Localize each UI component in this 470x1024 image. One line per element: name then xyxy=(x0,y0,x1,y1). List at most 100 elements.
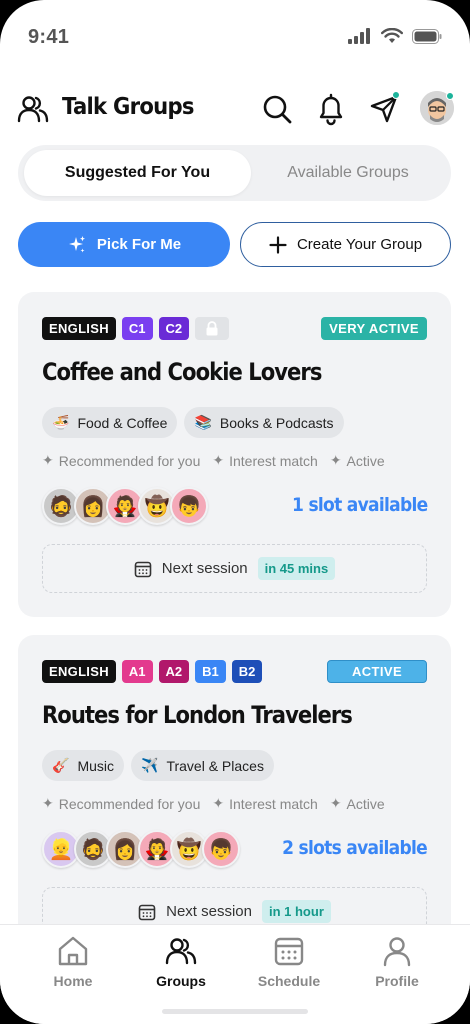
sparkle-icon: ✦ xyxy=(329,795,342,811)
pick-for-me-button[interactable]: Pick For Me xyxy=(18,222,230,267)
chip-label: Food & Coffee xyxy=(77,414,168,431)
groups-icon xyxy=(165,938,197,965)
match-reasons: ✦ Recommended for you ✦ Interest match ✦ Ac… xyxy=(42,795,385,812)
search-icon xyxy=(263,95,292,124)
wifi-icon xyxy=(381,28,403,43)
sparkle-icon: ✦ xyxy=(212,795,225,811)
member-avatars: 🧔 👩 🧛 🤠 👦 xyxy=(42,487,208,527)
sparkle-icon: ✦ xyxy=(42,795,54,811)
reason-item: ✦ Active xyxy=(330,452,385,469)
calendar-icon xyxy=(274,937,304,966)
messages-button[interactable] xyxy=(365,90,403,128)
language-badge: ENGLISH xyxy=(42,317,116,340)
reason-label: Recommended for you xyxy=(58,452,201,469)
interest-chips: 🍜 Food & Coffee 📚 Books & Podcasts xyxy=(42,407,344,438)
reason-label: Interest match xyxy=(229,795,318,812)
reason-label: Active xyxy=(346,452,385,469)
nav-label: Groups xyxy=(156,973,206,989)
reason-item: ✦ Interest match xyxy=(212,452,317,469)
next-session: Next session in 45 mins xyxy=(42,544,427,593)
member-avatar: 👦 xyxy=(202,830,240,868)
level-badge: B1 xyxy=(195,660,226,683)
food-icon: 🍜 xyxy=(52,414,70,430)
member-avatars: 👱 🧔 👩 🧛 🤠 👦 xyxy=(42,830,240,870)
people-icon xyxy=(17,96,49,123)
chip-label: Travel & Places xyxy=(166,757,264,774)
slots-available: 2 slots available xyxy=(282,837,428,859)
calendar-icon xyxy=(134,561,152,577)
reason-label: Active xyxy=(346,795,385,812)
member-avatar: 👦 xyxy=(170,487,208,525)
lock-badge xyxy=(195,317,230,340)
sparkle-icon: ✦ xyxy=(329,452,342,468)
books-icon: 📚 xyxy=(194,414,212,430)
activity-badge: VERY ACTIVE xyxy=(321,317,427,340)
status-time: 9:41 xyxy=(28,26,70,48)
chip-label: Books & Podcasts xyxy=(219,414,334,431)
next-session-label: Next session xyxy=(166,903,252,920)
profile-notify-dot xyxy=(446,92,454,100)
reason-item: ✦ Active xyxy=(330,795,385,812)
interest-chip: 🍜 Food & Coffee xyxy=(42,407,178,438)
reason-item: ✦ Recommended for you xyxy=(42,795,200,812)
guitar-icon: 🎸 xyxy=(52,757,70,773)
level-tags: ENGLISH C1 C2 xyxy=(42,317,230,340)
next-session-label: Next session xyxy=(161,560,248,577)
plus-icon xyxy=(269,235,287,254)
activity-badge: ACTIVE xyxy=(327,660,427,683)
nav-profile[interactable]: Profile xyxy=(342,935,452,989)
level-badge: A2 xyxy=(158,660,190,683)
level-tags: ENGLISH A1 A2 B1 B2 xyxy=(42,660,263,683)
nav-groups[interactable]: Groups xyxy=(126,935,236,989)
group-card[interactable]: ENGLISH C1 C2 VERY ACTIVE Coffee and Coo… xyxy=(18,292,451,617)
nav-home[interactable]: Home xyxy=(18,935,128,989)
nav-schedule[interactable]: Schedule xyxy=(234,935,344,989)
group-card[interactable]: ENGLISH A1 A2 B1 B2 ACTIVE Routes for Lo… xyxy=(18,635,451,965)
reason-label: Recommended for you xyxy=(58,795,201,812)
interest-chip: ✈️ Travel & Places xyxy=(131,750,274,781)
sparkle-icon xyxy=(68,235,85,252)
sparkle-icon: ✦ xyxy=(212,452,225,468)
nav-label: Home xyxy=(53,973,93,989)
session-time-badge: in 45 mins xyxy=(257,557,336,580)
bell-icon xyxy=(319,93,343,126)
lock-icon xyxy=(206,321,218,336)
reason-label: Interest match xyxy=(229,452,318,469)
page-title: Talk Groups xyxy=(62,94,194,120)
group-tabs: Suggested For You Available Groups xyxy=(18,145,451,201)
group-title: Coffee and Cookie Lovers xyxy=(42,358,322,386)
notifications-button[interactable] xyxy=(312,90,350,128)
match-reasons: ✦ Recommended for you ✦ Interest match ✦ Ac… xyxy=(42,452,385,469)
reason-item: ✦ Interest match xyxy=(212,795,317,812)
interest-chip: 📚 Books & Podcasts xyxy=(184,407,344,438)
interest-chip: 🎸 Music xyxy=(42,750,124,781)
slots-available: 1 slot available xyxy=(291,494,428,516)
calendar-icon xyxy=(138,904,156,920)
app-header: Talk Groups xyxy=(0,84,470,134)
level-badge: C2 xyxy=(158,317,190,340)
interest-chips: 🎸 Music ✈️ Travel & Places xyxy=(42,750,274,781)
pick-for-me-label: Pick For Me xyxy=(96,236,182,253)
chip-label: Music xyxy=(77,757,114,774)
nav-label: Profile xyxy=(375,973,419,989)
message-notify-dot xyxy=(392,91,400,99)
sparkle-icon: ✦ xyxy=(42,452,54,468)
app-screen: 9:41 Talk Groups Suggested For You Avail… xyxy=(0,0,470,1024)
group-title: Routes for London Travelers xyxy=(42,701,353,729)
tab-suggested[interactable]: Suggested For You xyxy=(24,150,251,196)
language-badge: ENGLISH xyxy=(42,660,116,683)
status-bar: 9:41 xyxy=(0,0,470,70)
tab-available[interactable]: Available Groups xyxy=(251,150,445,196)
level-badge: B2 xyxy=(231,660,263,683)
level-badge: A1 xyxy=(121,660,153,683)
reason-item: ✦ Recommended for you xyxy=(42,452,200,469)
session-time-badge: in 1 hour xyxy=(261,900,331,923)
search-button[interactable] xyxy=(258,90,296,128)
status-icons xyxy=(348,28,442,44)
level-badge: C1 xyxy=(121,317,153,340)
nav-label: Schedule xyxy=(257,973,321,989)
home-icon xyxy=(58,936,88,966)
battery-icon xyxy=(412,28,442,44)
create-group-button[interactable]: Create Your Group xyxy=(240,222,451,267)
signal-icon xyxy=(348,28,370,44)
